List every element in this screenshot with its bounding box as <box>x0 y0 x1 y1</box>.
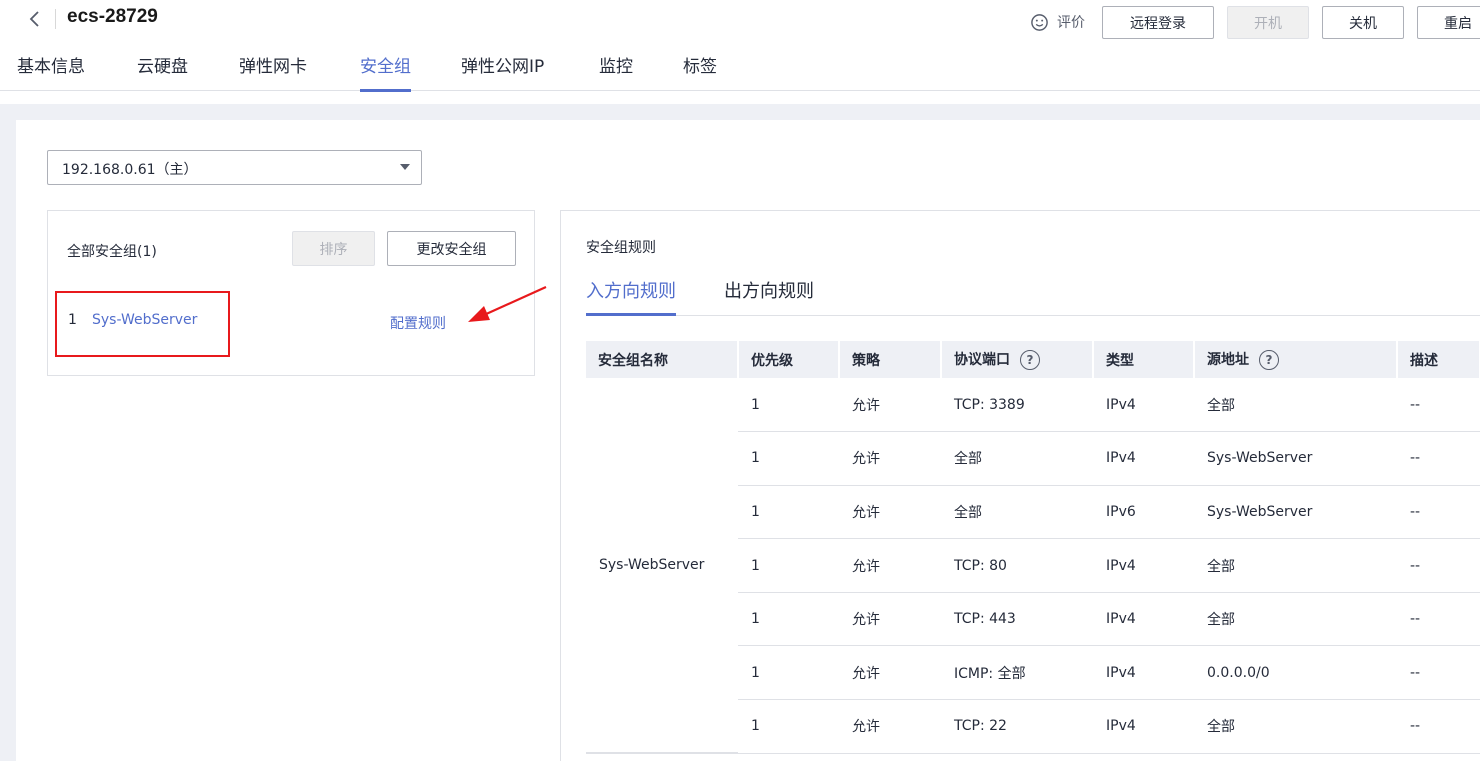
source-cell: Sys-WebServer <box>1194 431 1397 486</box>
column-header-source-label: 源地址 <box>1207 352 1249 368</box>
priority-cell: 1 <box>738 538 839 593</box>
page-title: ecs-28729 <box>67 6 158 27</box>
rate-label: 评价 <box>1057 15 1085 31</box>
source-cell: 0.0.0.0/0 <box>1194 645 1397 701</box>
priority-cell: 1 <box>738 699 839 754</box>
type-cell: IPv4 <box>1093 431 1194 486</box>
description-cell: -- <box>1397 431 1480 486</box>
question-circle-icon[interactable]: ? <box>1259 350 1279 370</box>
tab-security-group[interactable]: 安全组 <box>360 52 411 92</box>
port-cell: 全部 <box>941 485 1093 540</box>
type-cell: IPv4 <box>1093 538 1194 593</box>
tab-cloud-disk[interactable]: 云硬盘 <box>137 52 188 89</box>
tab-outbound-rules[interactable]: 出方向规则 <box>724 277 814 313</box>
smiley-icon <box>1031 13 1048 31</box>
tab-tags[interactable]: 标签 <box>683 52 717 89</box>
column-header-source: 源地址? <box>1194 341 1398 378</box>
port-cell: TCP: 80 <box>941 538 1093 593</box>
priority-cell: 1 <box>738 378 839 433</box>
back-chevron-icon[interactable] <box>24 8 46 30</box>
policy-cell: 允许 <box>839 431 941 486</box>
source-cell: 全部 <box>1194 378 1397 433</box>
port-cell: TCP: 3389 <box>941 378 1093 433</box>
source-cell: Sys-WebServer <box>1194 485 1397 540</box>
rules-direction-tabs: 入方向规则 出方向规则 <box>586 275 1480 316</box>
highlight-box <box>55 291 230 357</box>
port-cell: 全部 <box>941 431 1093 486</box>
port-cell: ICMP: 全部 <box>941 645 1093 701</box>
tab-inbound-rules[interactable]: 入方向规则 <box>586 277 676 316</box>
rules-table: 安全组名称 优先级 策略 协议端口? 类型 源地址? 描述 Sys-WebSer… <box>586 341 1480 755</box>
port-cell: TCP: 22 <box>941 699 1093 754</box>
tab-elastic-nic[interactable]: 弹性网卡 <box>239 52 307 89</box>
description-cell: -- <box>1397 699 1480 754</box>
rules-panel-title: 安全组规则 <box>586 240 656 256</box>
tab-monitoring[interactable]: 监控 <box>599 52 633 89</box>
policy-cell: 允许 <box>839 645 941 701</box>
page-header: ecs-28729 评价 远程登录 开机 关机 重启 基本信息 云硬盘 弹性网卡… <box>0 0 1480 104</box>
policy-cell: 允许 <box>839 699 941 754</box>
description-cell: -- <box>1397 378 1480 433</box>
priority-cell: 1 <box>738 592 839 647</box>
column-header-protocol-port-label: 协议端口 <box>954 352 1010 368</box>
description-cell: -- <box>1397 538 1480 593</box>
remote-login-button[interactable]: 远程登录 <box>1102 6 1214 39</box>
priority-cell: 1 <box>738 431 839 486</box>
source-cell: 全部 <box>1194 592 1397 647</box>
rate-button[interactable]: 评价 <box>1030 12 1085 32</box>
tab-elastic-ip[interactable]: 弹性公网IP <box>461 52 544 89</box>
restart-button[interactable]: 重启 <box>1417 6 1480 39</box>
security-group-count-title: 全部安全组(1) <box>67 244 157 260</box>
question-circle-icon[interactable]: ? <box>1020 350 1040 370</box>
type-cell: IPv4 <box>1093 592 1194 647</box>
nic-select[interactable]: 192.168.0.61（主） <box>47 150 422 185</box>
column-header-protocol-port: 协议端口? <box>941 341 1094 378</box>
column-header-description: 描述 <box>1397 341 1480 378</box>
policy-cell: 允许 <box>839 485 941 540</box>
description-cell: -- <box>1397 645 1480 701</box>
column-header-priority: 优先级 <box>738 341 840 378</box>
power-on-button[interactable]: 开机 <box>1227 6 1309 39</box>
group-name-cell: Sys-WebServer <box>586 378 738 755</box>
description-cell: -- <box>1397 485 1480 540</box>
sort-button[interactable]: 排序 <box>292 231 375 266</box>
source-cell: 全部 <box>1194 538 1397 593</box>
type-cell: IPv4 <box>1093 699 1194 754</box>
type-cell: IPv4 <box>1093 378 1194 433</box>
type-cell: IPv6 <box>1093 485 1194 540</box>
red-arrow-icon <box>468 285 547 322</box>
caret-down-icon <box>400 164 410 170</box>
source-cell: 全部 <box>1194 699 1397 754</box>
configure-rules-link[interactable]: 配置规则 <box>390 313 446 333</box>
policy-cell: 允许 <box>839 378 941 433</box>
priority-cell: 1 <box>738 485 839 540</box>
table-row: Sys-WebServer 1 允许 TCP: 3389 IPv4 全部 -- <box>586 378 1480 755</box>
policy-cell: 允许 <box>839 538 941 593</box>
detail-tabs: 基本信息 云硬盘 弹性网卡 安全组 弹性公网IP 监控 标签 <box>0 50 1480 92</box>
column-header-type: 类型 <box>1093 341 1195 378</box>
column-header-policy: 策略 <box>839 341 942 378</box>
title-divider <box>55 9 56 29</box>
column-header-group-name: 安全组名称 <box>586 341 739 378</box>
port-cell: TCP: 443 <box>941 592 1093 647</box>
table-header-row: 安全组名称 优先级 策略 协议端口? 类型 源地址? 描述 <box>586 341 1480 378</box>
description-cell: -- <box>1397 592 1480 647</box>
nic-select-value: 192.168.0.61（主） <box>62 162 198 178</box>
policy-cell: 允许 <box>839 592 941 647</box>
change-security-group-button[interactable]: 更改安全组 <box>387 231 516 266</box>
power-off-button[interactable]: 关机 <box>1322 6 1404 39</box>
type-cell: IPv4 <box>1093 645 1194 701</box>
priority-cell: 1 <box>738 645 839 701</box>
tab-basic-info[interactable]: 基本信息 <box>17 52 85 89</box>
